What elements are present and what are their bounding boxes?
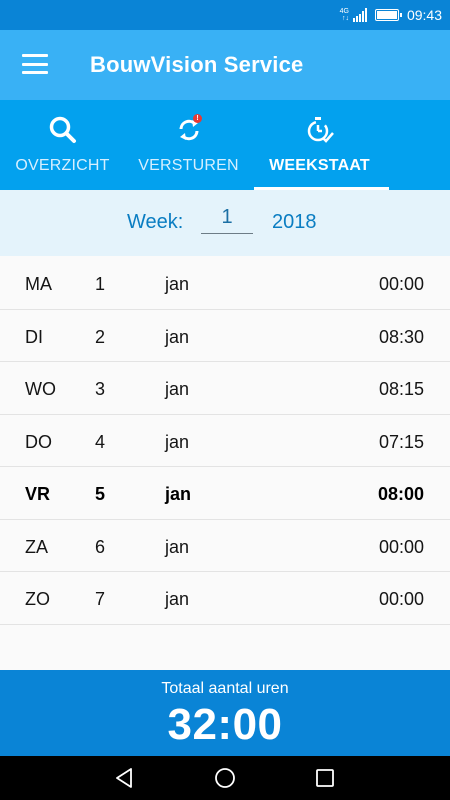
day-name: DO [25,431,52,452]
back-icon[interactable] [113,766,137,790]
signal-icon [352,8,367,22]
day-name: ZA [25,536,49,557]
day-row-di[interactable]: DI 2 jan 08:30 [0,309,450,362]
day-month: jan [165,326,190,347]
total-value: 32:00 [167,700,283,749]
day-name: ZO [25,589,50,609]
week-label: Week: [127,211,184,233]
day-row-zo[interactable]: ZO 7 jan 00:00 [0,572,450,625]
day-hours: 08:00 [377,484,424,504]
status-bar: 4G ↑↓ 09:43 [0,0,450,30]
day-hours: 00:00 [378,589,424,609]
day-hours: 07:15 [378,431,424,452]
network-type: 4G [339,8,349,15]
app-title: BouwVision Service [90,52,304,77]
day-row-vr[interactable]: VR 5 jan 08:00 [0,467,450,520]
tab-bar: OVERZICHT VERSTUREN WEEKSTAAT [0,100,450,190]
day-number: 5 [95,484,106,504]
day-hours: 00:00 [378,536,424,557]
day-row-wo[interactable]: WO 3 jan 08:15 [0,362,450,415]
day-row-ma[interactable]: MA 1 jan 00:00 [0,257,450,310]
day-name: WO [25,379,56,399]
day-row-do[interactable]: DO 4 jan 07:15 [0,414,450,467]
tab-label: WEEKSTAAT [269,157,370,174]
tab-label: VERSTUREN [138,157,239,174]
hamburger-menu-icon[interactable] [22,54,48,74]
day-number: 6 [95,536,106,557]
status-time: 09:43 [406,7,442,23]
day-month: jan [165,589,190,609]
tab-label: OVERZICHT [15,157,110,174]
day-name: VR [25,484,51,504]
day-name: DI [25,326,43,347]
week-input[interactable] [201,202,253,234]
home-icon[interactable] [213,766,237,790]
network-indicator: 4G ↑↓ [340,8,349,22]
network-activity: ↑↓ [341,15,349,22]
day-number: 3 [95,379,106,399]
search-icon [49,116,76,143]
day-number: 4 [95,431,106,452]
recents-icon[interactable] [313,766,337,790]
week-selector: Week: 2018 [0,190,450,256]
day-month: jan [165,536,190,557]
day-month: jan [165,274,190,294]
day-month: jan [165,379,190,399]
day-number: 7 [95,589,106,609]
tab-versturen[interactable]: VERSTUREN [125,100,252,190]
day-month: jan [165,484,192,504]
day-month: jan [165,431,190,452]
system-nav-bar [0,756,450,800]
status-icons: 4G ↑↓ 09:43 [340,0,442,30]
total-label: Totaal aantal uren [161,680,289,697]
total-hours-bar: Totaal aantal uren 32:00 [0,670,450,756]
timer-check-icon [307,117,334,143]
day-number: 1 [95,274,106,294]
day-list: MA 1 jan 00:00 DI 2 jan 08:30 WO 3 jan 0… [0,257,450,625]
battery-icon [374,9,402,21]
day-number: 2 [95,326,106,347]
day-row-za[interactable]: ZA 6 jan 00:00 [0,519,450,572]
day-hours: 00:00 [378,274,424,294]
app-bar: BouwVision Service [0,30,450,100]
day-name: MA [25,274,52,294]
day-hours: 08:15 [378,379,424,399]
day-hours: 08:30 [378,326,424,347]
year-label: 2018 [272,211,317,233]
notification-badge: ! [193,114,202,123]
tab-overzicht[interactable]: OVERZICHT [0,100,125,190]
tab-weekstaat[interactable]: WEEKSTAAT [252,100,389,190]
